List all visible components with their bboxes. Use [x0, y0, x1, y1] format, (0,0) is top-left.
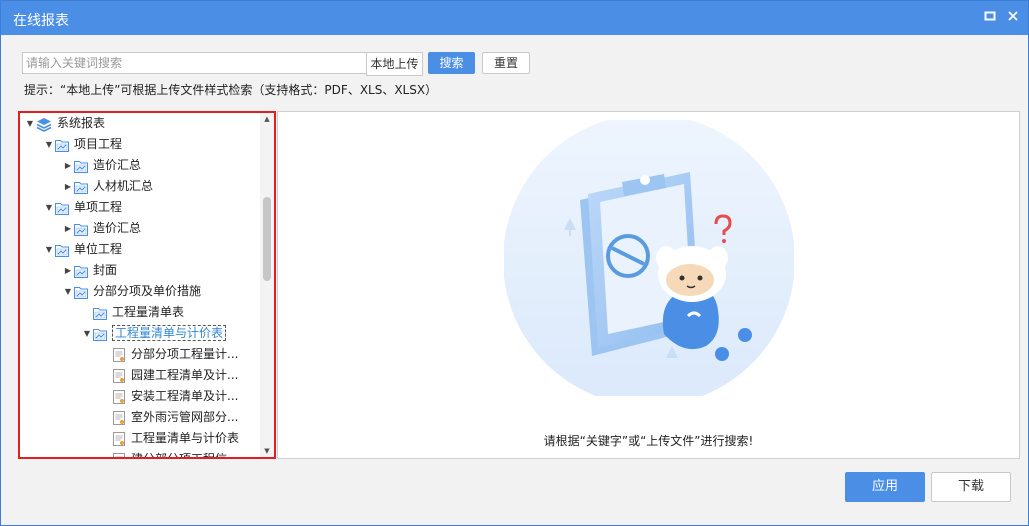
- search-input[interactable]: [22, 52, 370, 74]
- local-upload-button[interactable]: 本地上传: [366, 52, 423, 76]
- tree-item[interactable]: ▶ 造价汇总: [62, 155, 141, 175]
- tree-item-label: 工程量清单与计价表: [131, 431, 240, 445]
- tree-item-label: 造价汇总: [93, 221, 142, 235]
- tree-item[interactable]: 分部分项工程量计...: [100, 344, 238, 364]
- expand-arrow-down-icon[interactable]: ▼: [43, 198, 55, 218]
- report-folder-icon: [74, 159, 88, 173]
- tree-item[interactable]: ▶ 人材机汇总: [62, 176, 153, 196]
- tree-item-label: 项目工程: [74, 137, 123, 151]
- tree-item-label: 园建工程清单及计...: [131, 368, 239, 382]
- expand-arrow-right-icon[interactable]: ▶: [62, 261, 74, 281]
- maximize-icon[interactable]: [982, 10, 998, 26]
- title-bar: 在线报表: [1, 1, 1028, 35]
- report-folder-icon: [74, 264, 88, 278]
- download-button[interactable]: 下载: [931, 472, 1011, 502]
- tree-item-label: 分部分项及单价措施: [93, 284, 202, 298]
- tree-item-label: 安装工程清单及计...: [131, 389, 239, 403]
- report-folder-icon: [55, 243, 69, 257]
- tree-item[interactable]: ▼ 系统报表: [24, 113, 105, 133]
- expand-arrow-right-icon[interactable]: ▶: [62, 177, 74, 197]
- search-empty-mascot-icon: [504, 120, 794, 396]
- tree-item-label: 分部分项工程量计...: [131, 347, 239, 361]
- report-file-icon: [112, 369, 126, 383]
- expand-arrow-down-icon[interactable]: ▼: [62, 282, 74, 302]
- report-file-icon: [112, 348, 126, 362]
- tree-item[interactable]: ▶ 封面: [62, 260, 117, 280]
- tree-item[interactable]: ▼ 单项工程: [43, 197, 122, 217]
- report-folder-icon: [93, 327, 107, 341]
- report-folder-icon: [93, 306, 107, 320]
- report-folder-icon: [55, 138, 69, 152]
- tree-item-label: 工程量清单表: [112, 305, 185, 319]
- tree-item[interactable]: ▼ 分部分项及单价措施: [62, 281, 201, 301]
- expand-arrow-down-icon[interactable]: ▼: [81, 324, 93, 344]
- report-folder-icon: [55, 201, 69, 215]
- search-result-panel: 请根据“关键字”或“上传文件”进行搜索!: [277, 111, 1020, 459]
- expand-arrow-right-icon[interactable]: ▶: [62, 219, 74, 239]
- report-file-icon: [112, 453, 126, 457]
- apply-button[interactable]: 应用: [845, 472, 925, 502]
- tree-item-label: 建分部分项工程信...: [131, 452, 239, 459]
- expand-arrow-down-icon[interactable]: ▼: [43, 135, 55, 155]
- scroll-down-arrow-icon[interactable]: ▼: [260, 445, 274, 457]
- online-report-dialog: 在线报表 本地上传 搜索 重置 提示：“本地上传”可根据上传文件样式检索（支持格…: [0, 0, 1029, 526]
- tree-scrollbar[interactable]: ▲ ▼: [260, 113, 274, 457]
- report-file-icon: [112, 390, 126, 404]
- tree-item-label: 封面: [93, 263, 118, 277]
- tree-item-label: 室外雨污管网部分...: [131, 410, 239, 424]
- tree-item[interactable]: 工程量清单与计价表: [100, 428, 239, 448]
- tree-item[interactable]: 室外雨污管网部分...: [100, 407, 238, 427]
- report-folder-icon: [74, 222, 88, 236]
- tree-item[interactable]: ▼ 项目工程: [43, 134, 122, 154]
- report-file-icon: [112, 432, 126, 446]
- tree-item[interactable]: ▶ 造价汇总: [62, 218, 141, 238]
- tree-item[interactable]: 安装工程清单及计...: [100, 386, 238, 406]
- window-title: 在线报表: [13, 13, 69, 29]
- scrollbar-thumb[interactable]: [263, 197, 271, 281]
- empty-state-message: 请根据“关键字”或“上传文件”进行搜索!: [543, 434, 754, 448]
- tree-item[interactable]: ▼ 单位工程: [43, 239, 122, 259]
- tree-item-label: 造价汇总: [93, 158, 142, 172]
- expand-arrow-right-icon[interactable]: ▶: [62, 156, 74, 176]
- tree-item[interactable]: 园建工程清单及计...: [100, 365, 238, 385]
- expand-arrow-down-icon[interactable]: ▼: [43, 240, 55, 260]
- expand-arrow-down-icon[interactable]: ▼: [24, 114, 36, 134]
- search-button[interactable]: 搜索: [428, 52, 475, 74]
- tree-item-label: 单位工程: [74, 242, 123, 256]
- tree-item-label: 人材机汇总: [93, 179, 154, 193]
- close-icon[interactable]: [1005, 10, 1021, 26]
- layers-icon: [36, 117, 52, 132]
- tree-item[interactable]: ▼ 工程量清单与计价表: [81, 323, 227, 344]
- report-folder-icon: [74, 285, 88, 299]
- tree-item[interactable]: 工程量清单表: [81, 302, 184, 322]
- tree-item-label: 系统报表: [57, 116, 106, 130]
- report-tree: ▼ 系统报表 ▼ 项目工程 ▶ 造价汇总 ▶ 人材机汇总 ▼ 单项工程 ▶ 造价汇总 ▼ 单位工程 ▶ 封面 ▼…: [18, 111, 276, 459]
- report-folder-icon: [74, 180, 88, 194]
- tree-item[interactable]: 建分部分项工程信...: [100, 449, 239, 459]
- tree-item-label: 工程量清单与计价表: [112, 325, 227, 341]
- reset-button[interactable]: 重置: [482, 52, 530, 74]
- report-file-icon: [112, 411, 126, 425]
- upload-hint: 提示：“本地上传”可根据上传文件样式检索（支持格式：PDF、XLS、XLSX）: [24, 83, 438, 97]
- scroll-up-arrow-icon[interactable]: ▲: [260, 113, 274, 125]
- tree-item-label: 单项工程: [74, 200, 123, 214]
